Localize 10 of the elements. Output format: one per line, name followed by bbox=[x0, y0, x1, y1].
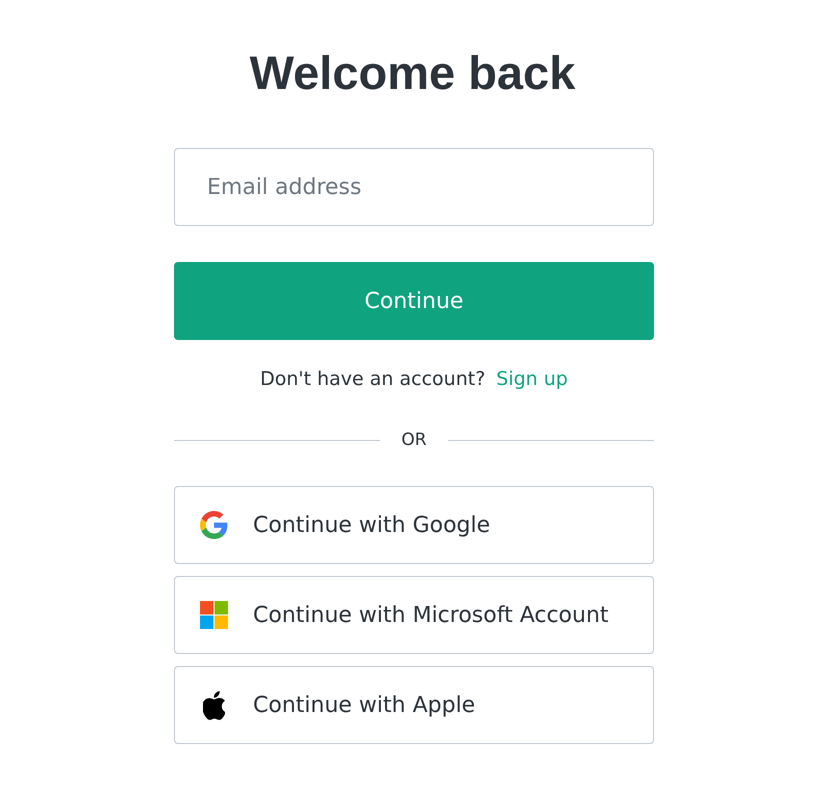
google-logo-icon bbox=[200, 511, 228, 539]
email-field[interactable]: Email address bbox=[174, 148, 654, 226]
social-login-button[interactable]: Continue with Apple bbox=[174, 666, 654, 744]
apple-logo-icon bbox=[203, 690, 225, 720]
social-login-button[interactable]: Continue with Microsoft Account bbox=[174, 576, 654, 654]
divider-label: OR bbox=[400, 430, 428, 450]
microsoft-logo-icon bbox=[200, 601, 228, 629]
signup-prompt: Don't have an account? bbox=[260, 367, 486, 391]
page-heading: Welcome back bbox=[250, 45, 576, 101]
social-login-button[interactable]: Continue with Google bbox=[174, 486, 654, 564]
